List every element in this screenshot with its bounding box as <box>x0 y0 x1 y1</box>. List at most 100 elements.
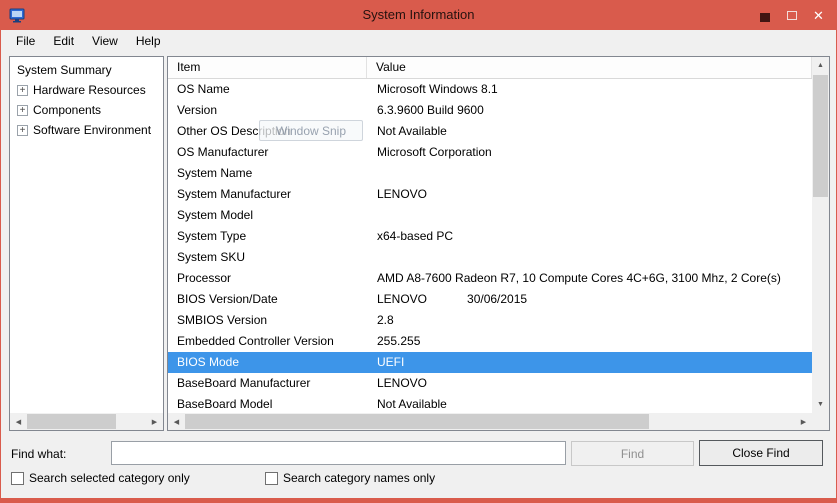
scroll-left-icon[interactable]: ◀ <box>168 413 185 430</box>
table-row[interactable]: OS Manufacturer Microsoft Corporation <box>168 142 812 163</box>
row-value-cell: Microsoft Corporation <box>367 142 812 163</box>
tree-item-label: System Summary <box>17 63 112 77</box>
menu-item[interactable]: View <box>83 31 127 51</box>
tree-expander-icon[interactable]: + <box>17 105 28 116</box>
table-row[interactable]: BaseBoard Manufacturer LENOVO <box>168 373 812 394</box>
detail-list-panel: Item Value OS Name Microsoft Windows 8.1… <box>167 56 830 431</box>
row-value-cell: Not Available <box>367 121 812 142</box>
table-row[interactable]: BaseBoard Model Not Available <box>168 394 812 413</box>
row-item-cell: OS Manufacturer <box>168 142 367 163</box>
checkbox-box-icon[interactable] <box>265 472 278 485</box>
table-row[interactable]: Version 6.3.9600 Build 9600 <box>168 100 812 121</box>
find-input[interactable] <box>111 441 566 465</box>
tree-expander-icon[interactable]: + <box>17 125 28 136</box>
list-vertical-scrollbar[interactable]: ▲ ▼ <box>812 57 829 413</box>
window-title: System Information <box>1 0 836 30</box>
row-item-cell: System Name <box>168 163 367 184</box>
scrollbar-thumb[interactable] <box>27 414 116 429</box>
row-value-cell: Not Available <box>367 394 812 413</box>
row-value-cell: 255.255 <box>367 331 812 352</box>
menu-item[interactable]: Help <box>127 31 170 51</box>
menu-item[interactable]: Edit <box>44 31 83 51</box>
row-item-cell: BIOS Mode <box>168 352 367 373</box>
system-information-window: System Information ✕ File Edit View Help <box>0 0 837 503</box>
close-find-button[interactable]: Close Find <box>699 440 823 466</box>
row-item-cell: Embedded Controller Version <box>168 331 367 352</box>
tree-item[interactable]: + Hardware Resources <box>10 80 163 100</box>
table-row[interactable]: System Type x64-based PC <box>168 226 812 247</box>
row-item-cell: System SKU <box>168 247 367 268</box>
scrollbar-thumb[interactable] <box>813 75 828 197</box>
tree-item[interactable]: System Summary <box>10 60 163 80</box>
column-header-value[interactable]: Value <box>367 57 812 78</box>
row-item-cell: System Manufacturer <box>168 184 367 205</box>
column-header-item[interactable]: Item <box>168 57 367 78</box>
maximize-button[interactable] <box>778 5 805 26</box>
row-value-cell: 2.8 <box>367 310 812 331</box>
tree-horizontal-scrollbar[interactable]: ◀ ▶ <box>10 413 163 430</box>
row-item-cell: SMBIOS Version <box>168 310 367 331</box>
window-controls: ✕ <box>751 0 832 30</box>
search-category-names-checkbox[interactable]: Search category names only <box>265 471 435 485</box>
row-value-cell: LENOVO <box>367 184 812 205</box>
close-icon: ✕ <box>813 9 824 22</box>
row-value-cell <box>367 247 812 268</box>
row-item-cell: Processor <box>168 268 367 289</box>
tree-item-label: Components <box>33 103 101 117</box>
category-tree-panel: System Summary + Hardware Resources + Co… <box>9 56 164 431</box>
table-row[interactable]: System Manufacturer LENOVO <box>168 184 812 205</box>
scroll-left-icon[interactable]: ◀ <box>10 413 27 430</box>
search-selected-category-checkbox[interactable]: Search selected category only <box>11 471 190 485</box>
menu-item[interactable]: File <box>7 31 44 51</box>
tree-item-label: Software Environment <box>33 123 151 137</box>
scroll-right-icon[interactable]: ▶ <box>146 413 163 430</box>
table-row[interactable]: OS Name Microsoft Windows 8.1 <box>168 79 812 100</box>
find-what-label: Find what: <box>11 447 66 461</box>
table-row[interactable]: Embedded Controller Version 255.255 <box>168 331 812 352</box>
menu-bar: File Edit View Help <box>1 30 836 52</box>
tree-expander-icon[interactable]: + <box>17 85 28 96</box>
tree-item[interactable]: + Components <box>10 100 163 120</box>
checkbox-label: Search selected category only <box>29 471 190 485</box>
row-item-cell: BaseBoard Manufacturer <box>168 373 367 394</box>
row-value-cell: Microsoft Windows 8.1 <box>367 79 812 100</box>
minimize-button[interactable] <box>751 5 778 26</box>
row-item-cell: BaseBoard Model <box>168 394 367 413</box>
title-bar[interactable]: System Information ✕ <box>1 0 836 30</box>
close-button[interactable]: ✕ <box>805 5 832 26</box>
checkbox-label: Search category names only <box>283 471 435 485</box>
row-value-cell: LENOVO <box>367 373 812 394</box>
snip-tooltip-artifact: Window Snip <box>259 120 363 141</box>
row-value-cell: 6.3.9600 Build 9600 <box>367 100 812 121</box>
scroll-right-icon[interactable]: ▶ <box>795 413 812 430</box>
list-horizontal-scrollbar[interactable]: ◀ ▶ <box>168 413 812 430</box>
minimize-icon <box>760 13 770 22</box>
list-header: Item Value <box>168 57 812 79</box>
row-item-cell: Version <box>168 100 367 121</box>
checkbox-box-icon[interactable] <box>11 472 24 485</box>
table-row[interactable]: System Model <box>168 205 812 226</box>
row-value-cell: UEFI <box>367 352 812 373</box>
row-item-cell: OS Name <box>168 79 367 100</box>
table-row[interactable]: SMBIOS Version 2.8 <box>168 310 812 331</box>
row-item-cell: BIOS Version/Date <box>168 289 367 310</box>
row-value-cell: x64-based PC <box>367 226 812 247</box>
scrollbar-corner <box>812 413 829 430</box>
row-item-cell: System Model <box>168 205 367 226</box>
row-value-cell <box>367 205 812 226</box>
row-value-cell <box>367 163 812 184</box>
scroll-up-icon[interactable]: ▲ <box>812 57 829 74</box>
tree-item-label: Hardware Resources <box>33 83 146 97</box>
table-row[interactable]: System Name <box>168 163 812 184</box>
table-row[interactable]: Processor AMD A8-7600 Radeon R7, 10 Comp… <box>168 268 812 289</box>
scrollbar-thumb[interactable] <box>185 414 649 429</box>
table-row[interactable]: BIOS Mode UEFI <box>168 352 812 373</box>
scroll-down-icon[interactable]: ▼ <box>812 396 829 413</box>
table-row[interactable]: BIOS Version/Date LENOVO 30/06/2015 <box>168 289 812 310</box>
category-tree: System Summary + Hardware Resources + Co… <box>10 57 163 140</box>
row-value-cell: LENOVO 30/06/2015 <box>367 289 812 310</box>
row-value-cell: AMD A8-7600 Radeon R7, 10 Compute Cores … <box>367 268 812 289</box>
find-button[interactable]: Find <box>571 441 694 466</box>
tree-item[interactable]: + Software Environment <box>10 120 163 140</box>
table-row[interactable]: System SKU <box>168 247 812 268</box>
